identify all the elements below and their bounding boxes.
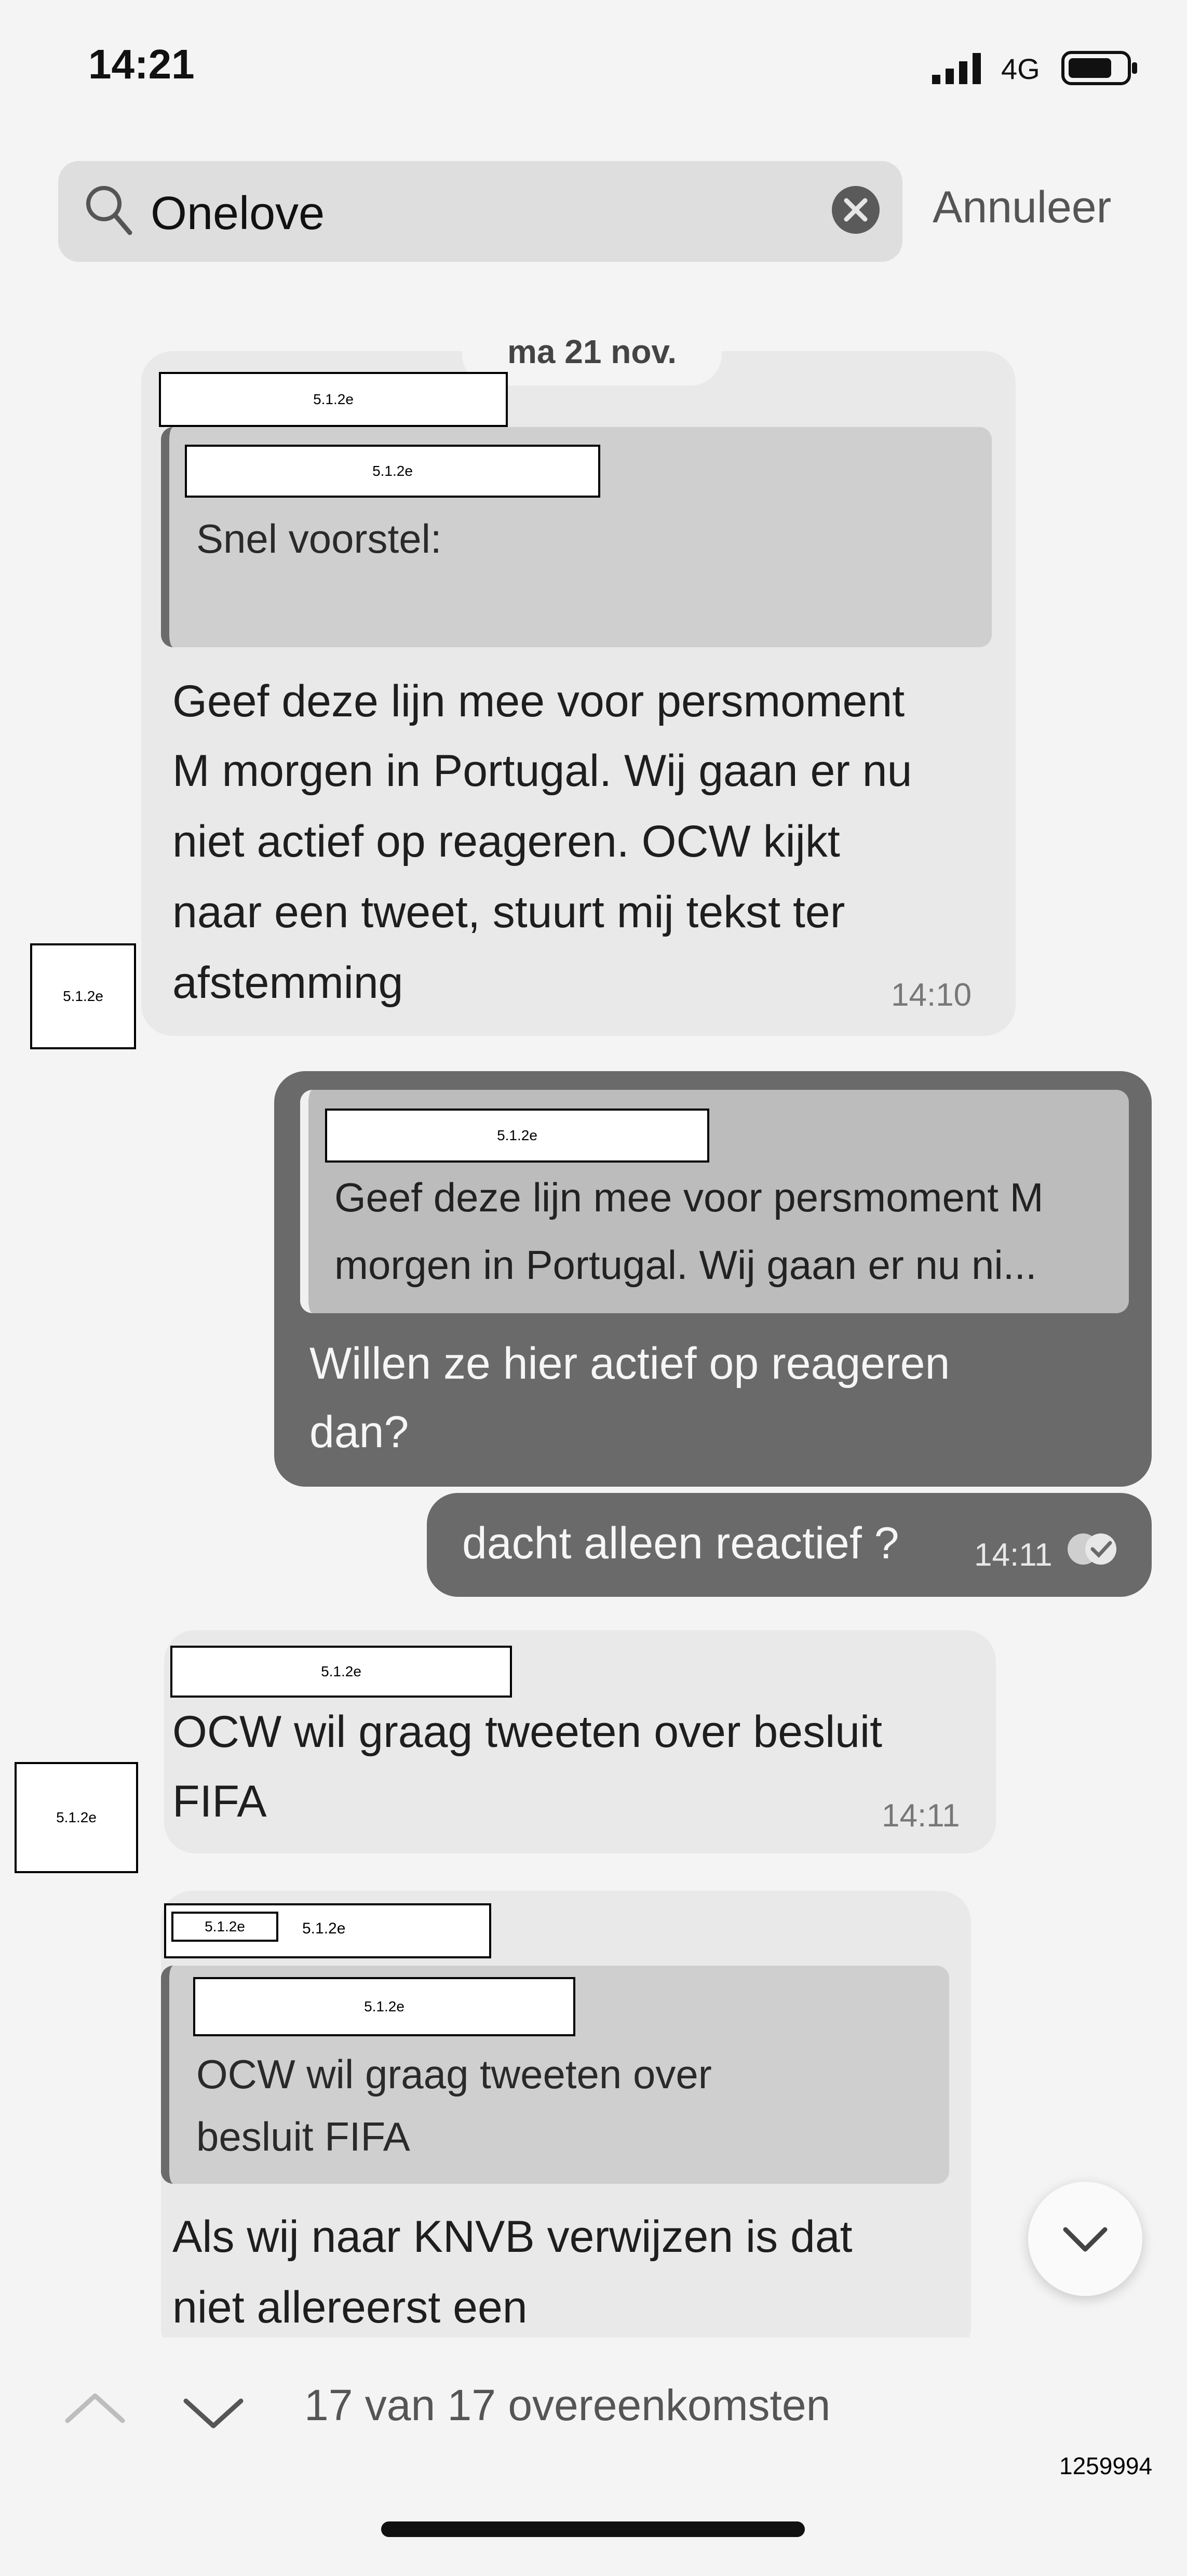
quote-text: morgen in Portugal. Wij gaan er nu ni... (334, 1242, 1037, 1288)
status-time: 14:21 (88, 41, 195, 87)
quote-text: OCW wil graag tweeten over (196, 2051, 712, 2097)
message-line: Als wij naar KNVB verwijzen is dat (172, 2212, 853, 2262)
redacted-avatar: 5.1.2e (30, 943, 136, 1049)
search-query[interactable]: Onelove (151, 187, 325, 241)
redacted-avatar: 5.1.2e (15, 1762, 138, 1873)
redacted-sender: 5.1.2e (171, 1912, 278, 1942)
message-line: Willen ze hier actief op reageren (309, 1339, 950, 1389)
chevron-down-icon (1063, 2227, 1108, 2252)
message-line: niet allereerst een (172, 2283, 528, 2332)
cancel-button[interactable]: Annuleer (933, 182, 1111, 233)
chevron-up-icon[interactable] (61, 2390, 129, 2426)
network-type: 4G (1001, 52, 1040, 85)
redacted-sender: 5.1.2e (302, 1920, 346, 1937)
message-line: niet actief op reageren. OCW kijkt (172, 817, 840, 866)
message-line: OCW wil graag tweeten over besluit (172, 1707, 883, 1757)
match-count: 17 van 17 overeenkomsten (304, 2381, 831, 2430)
redacted-quote-author: 5.1.2e (193, 1977, 575, 2036)
redacted-quote-author: 5.1.2e (325, 1109, 709, 1163)
clear-icon[interactable] (831, 185, 881, 235)
quote-text: Geef deze lijn mee voor persmoment M (334, 1174, 1044, 1220)
message-line: Geef deze lijn mee voor persmoment (172, 676, 905, 726)
message-time: 14:11 (974, 1537, 1053, 1573)
redacted-sender: 5.1.2e (159, 372, 508, 427)
message-line: M morgen in Portugal. Wij gaan er nu (172, 746, 912, 796)
home-indicator[interactable] (381, 2521, 805, 2537)
message-line: afstemming (172, 958, 403, 1008)
signal-icon (932, 53, 981, 84)
read-receipt-icon (1068, 1533, 1116, 1565)
search-nav-bar (0, 2338, 1187, 2576)
message-line: naar een tweet, stuurt mij tekst ter (172, 887, 845, 937)
message-text: dacht alleen reactief ? (462, 1518, 899, 1568)
document-number: 1259994 (1059, 2452, 1153, 2479)
quote-text: besluit FIFA (196, 2114, 410, 2159)
redacted-quote-author: 5.1.2e (185, 445, 600, 498)
chevron-down-icon[interactable] (180, 2395, 247, 2431)
redacted-sender: 5.1.2e (170, 1646, 512, 1698)
message-line: dan? (309, 1407, 409, 1457)
battery-icon (1061, 51, 1137, 85)
search-icon (86, 186, 132, 235)
quote-text: Snel voorstel: (196, 516, 442, 562)
scroll-to-bottom-button[interactable] (1028, 2182, 1142, 2296)
message-line: FIFA (172, 1777, 267, 1826)
message-time: 14:10 (891, 977, 972, 1013)
chat-search-screen: 14:21 4G Onelove Annuleer ma 21 nov. 5.1… (0, 0, 1187, 2576)
message-time: 14:11 (882, 1798, 960, 1834)
